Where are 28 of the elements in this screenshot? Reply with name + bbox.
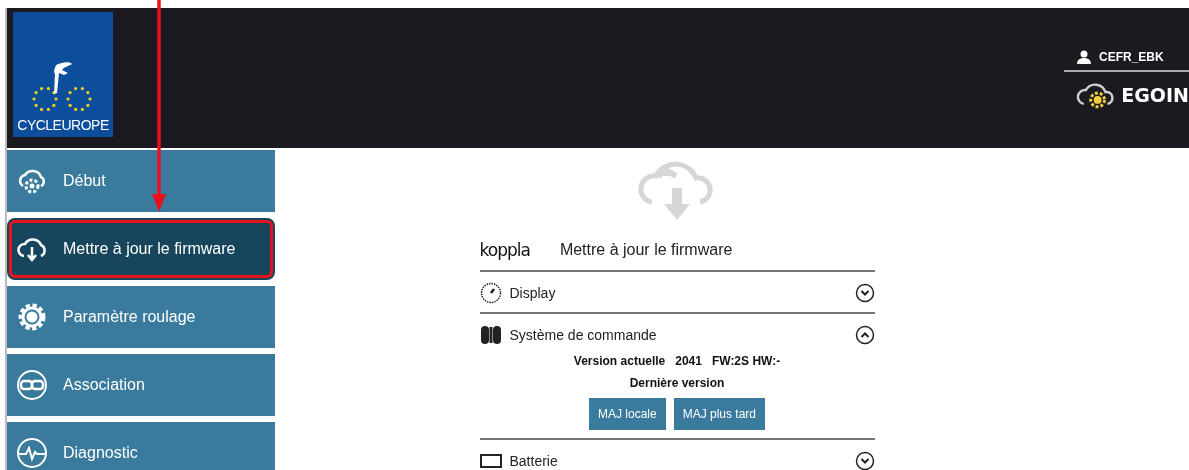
logo-text: CYCLEUROPE [17,117,109,133]
expand-icon[interactable] [854,451,875,470]
latest-version-label: Dernière version [629,376,725,390]
section-title: Display [509,285,557,301]
sidebar-item[interactable]: Début [7,150,275,212]
gauge-icon [479,282,502,304]
cloud-gear-icon [1076,80,1116,110]
link-icon [15,368,49,402]
brand-logo: koppla [479,240,530,260]
section-title: Batterie [509,453,559,469]
sidebar-item[interactable]: Mettre à jour le firmware [7,218,275,280]
expand-icon[interactable] [854,283,875,303]
update-button[interactable]: MAJ plus tard [673,398,765,430]
version-detail: FW:2S HW:- [711,354,781,368]
page-title: Mettre à jour le firmware [559,241,733,259]
current-version-value: 2041 [675,354,702,368]
controller-icon [479,324,502,346]
section-title: Système de commande [509,327,658,343]
sidebar-item[interactable]: Diagnostic [7,422,275,470]
sidebar-item[interactable]: Association [7,354,275,416]
update-button[interactable]: MAJ locale [588,398,666,430]
current-version-label: Version actuelle [573,354,666,368]
user-icon [1076,50,1092,64]
sidebar-item[interactable]: Paramètre roulage [7,286,275,348]
heartbeat-icon [15,436,49,470]
app-name: EGOIN [1121,84,1189,106]
collapse-icon[interactable] [854,325,875,345]
username: CEFR_EBK [1099,50,1164,64]
